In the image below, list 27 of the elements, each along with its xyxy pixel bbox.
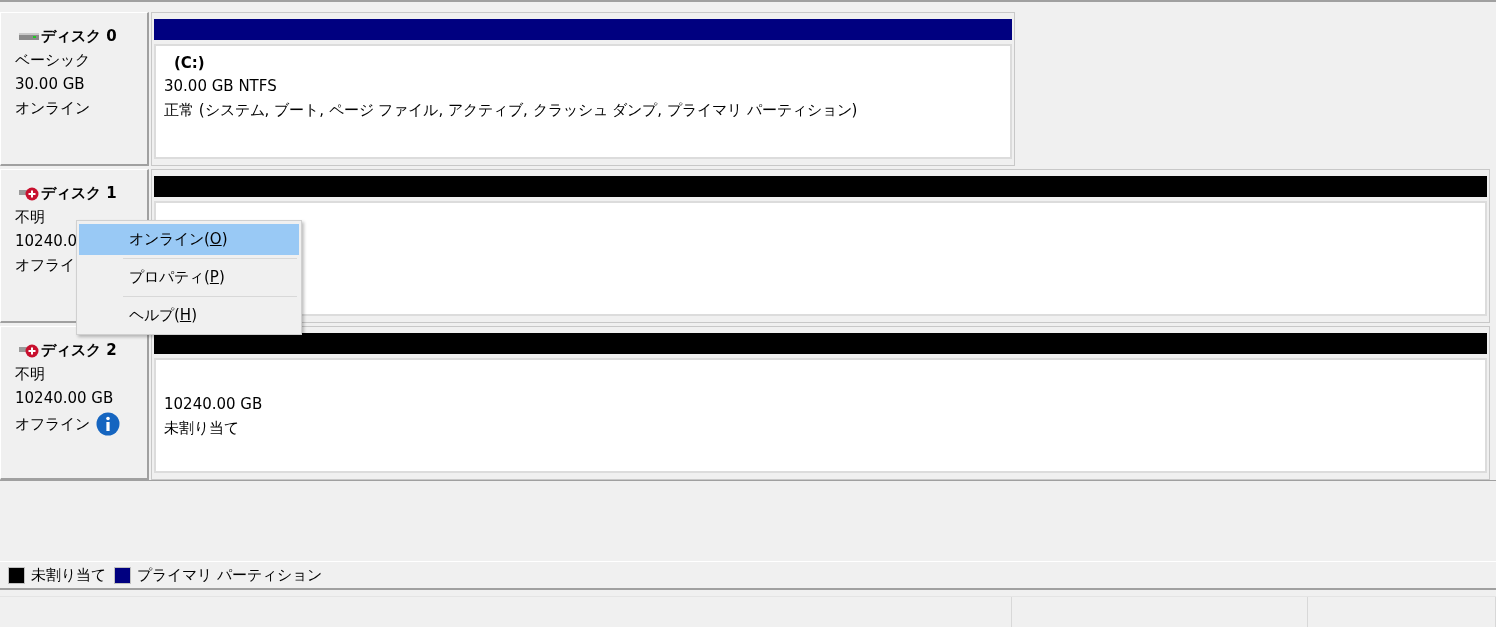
disk-type: 不明 xyxy=(15,364,45,384)
disk-label-panel[interactable]: ディスク 2 不明 10240.00 GB オフライン xyxy=(0,326,149,480)
partition-box[interactable]: (C:) 30.00 GB NTFS 正常 (システム, ブート, ページ ファイル, アクティブ, クラッシュ ダンプ, プライマリ パーティション) xyxy=(154,44,1013,159)
disk-name: ディスク 1 xyxy=(41,184,117,203)
disk-status: オンライン xyxy=(15,98,90,118)
legend-label: 未割り当て xyxy=(31,565,106,585)
legend-label: プライマリ パーティション xyxy=(137,565,322,585)
partition-info: 未割り当て xyxy=(164,417,240,439)
partition-info: 10240.00 GB xyxy=(164,393,264,415)
menu-item[interactable]: オンライン(O) xyxy=(79,224,299,255)
disk-type: ベーシック xyxy=(15,50,90,70)
drive-icon xyxy=(19,31,39,42)
partition-info: 正常 (システム, ブート, ページ ファイル, アクティブ, クラッシュ ダンプ, プライマリ パーティション) xyxy=(164,100,859,121)
partition-title: (C:) xyxy=(174,53,206,74)
partition-box[interactable]: 10240.00 GB 未割り当て xyxy=(154,358,1487,473)
disk-size: 10240.0 xyxy=(15,231,78,251)
disk-name: ディスク 0 xyxy=(41,27,117,46)
disk-status: オフライン xyxy=(15,414,90,434)
partition-info: 30.00 GB NTFS xyxy=(164,76,278,97)
disk-type: 不明 xyxy=(15,207,45,227)
drive-error-icon xyxy=(19,343,39,358)
disk-status: オフライ xyxy=(15,255,75,275)
disk-name: ディスク 2 xyxy=(41,341,117,360)
drive-error-icon xyxy=(19,186,39,201)
disk-size: 30.00 GB xyxy=(15,74,85,94)
disk-size: 10240.00 GB xyxy=(15,388,114,408)
disk-label-panel[interactable]: ディスク 0 ベーシック 30.00 GB オンライン xyxy=(0,12,149,166)
